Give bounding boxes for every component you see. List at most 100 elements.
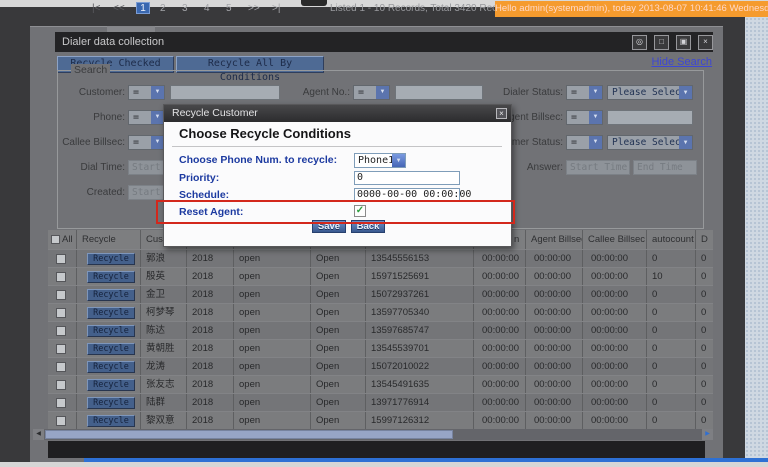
row-checkbox[interactable] (56, 344, 66, 354)
cell-recycle: Recycle (76, 412, 140, 429)
callee-billsec-operator-select[interactable]: =▼ (128, 135, 165, 150)
row-checkbox[interactable] (56, 290, 66, 300)
cell-customer: 金卫 (140, 286, 186, 303)
row-checkbox[interactable] (56, 326, 66, 336)
pager-next[interactable]: >> (248, 0, 260, 17)
recycle-button[interactable]: Recycle (87, 343, 135, 355)
row-checkbox[interactable] (56, 398, 66, 408)
cell-clipped: 0 (695, 250, 713, 267)
cell-agent-billsec: 00:00:00 (525, 412, 582, 429)
cell-select (48, 358, 76, 375)
cell-autocount: 0 (646, 304, 695, 321)
chevron-down-icon: ▼ (151, 86, 164, 99)
pager-page-3[interactable]: 3 (182, 0, 188, 17)
cell-agent-billsec: 00:00:00 (525, 322, 582, 339)
customer-status-operator-select[interactable]: =▼ (566, 135, 603, 150)
pager-prev[interactable]: << (113, 0, 125, 17)
cell-recycle: Recycle (76, 394, 140, 411)
cell-autocount: 10 (646, 268, 695, 285)
cell-recycle: Recycle (76, 268, 140, 285)
cell-callee-billsec: 00:00:00 (582, 394, 646, 411)
customer-status-select[interactable]: Please Select▼ (607, 135, 693, 150)
cell-recycle: Recycle (76, 358, 140, 375)
cell-customer: 陈达 (140, 322, 186, 339)
cell-status-open2: Open (310, 412, 365, 429)
pager-first[interactable]: |< (92, 0, 100, 17)
phone-num-select[interactable]: Phone1 ▼ (354, 153, 406, 168)
cell-recycle: Recycle (76, 286, 140, 303)
bottom-strip (0, 462, 768, 467)
cell-select (48, 412, 76, 429)
modal-close-icon[interactable]: × (496, 108, 507, 119)
hide-search-link[interactable]: Hide Search (646, 56, 712, 70)
restore-icon[interactable]: □ (654, 35, 669, 50)
scrollbar-thumb[interactable] (45, 430, 453, 439)
settings-icon[interactable]: ◎ (632, 35, 647, 50)
cell-clipped: 0 (695, 322, 713, 339)
cell-callee-billsec: 00:00:00 (582, 340, 646, 357)
pager-page-2[interactable]: 2 (160, 0, 166, 17)
recycle-button[interactable]: Recycle (87, 415, 135, 427)
cell-status-open2: Open (310, 268, 365, 285)
pager-last[interactable]: >| (272, 0, 280, 17)
pager-page-1-active[interactable]: 1 (136, 2, 150, 14)
recycle-button[interactable]: Recycle (87, 361, 135, 373)
scroll-left-icon[interactable]: ◀ (33, 429, 44, 440)
recycle-button[interactable]: Recycle (87, 397, 135, 409)
dialer-status-select[interactable]: Please Select▼ (607, 85, 693, 100)
row-checkbox[interactable] (56, 362, 66, 372)
chevron-down-icon: ▼ (679, 136, 692, 149)
pager-page-5[interactable]: 5 (226, 0, 232, 17)
table-row: Recycle金卫2018openOpen1507293726100:00:00… (48, 285, 713, 303)
recycle-button[interactable]: Recycle (87, 289, 135, 301)
cell-year: 2018 (186, 304, 233, 321)
cell-status-open2: Open (310, 322, 365, 339)
answer-end-input[interactable]: End Time (633, 160, 697, 175)
created-label: Created: (57, 185, 125, 200)
cell-status-open2: Open (310, 358, 365, 375)
agent-no-label: Agent No.: (290, 85, 350, 100)
table-row: Recycle张友志2018openOpen1354549163500:00:0… (48, 375, 713, 393)
pager-page-4[interactable]: 4 (204, 0, 210, 17)
recycle-button[interactable]: Recycle (87, 307, 135, 319)
close-icon[interactable]: × (698, 35, 713, 50)
maximize-icon[interactable]: ▣ (676, 35, 691, 50)
row-checkbox[interactable] (56, 380, 66, 390)
scroll-right-icon[interactable]: ▶ (702, 429, 713, 440)
priority-input[interactable]: 0 (354, 171, 460, 185)
cell-status-open2: Open (310, 394, 365, 411)
select-all-checkbox[interactable] (51, 235, 60, 244)
cell-recycle: Recycle (76, 322, 140, 339)
cell-agent-billsec: 00:00:00 (525, 268, 582, 285)
row-checkbox[interactable] (56, 272, 66, 282)
cell-agent-billsec: 00:00:00 (525, 304, 582, 321)
recycle-button[interactable]: Recycle (87, 271, 135, 283)
phone-operator-select[interactable]: =▼ (128, 110, 165, 125)
cell-select (48, 394, 76, 411)
cell-phone: 13971776914 (365, 394, 473, 411)
row-checkbox[interactable] (56, 416, 66, 426)
cell-callee-billsec: 00:00:00 (582, 286, 646, 303)
cell-duration: 00:00:00 (473, 358, 525, 375)
agent-no-operator-select[interactable]: =▼ (353, 85, 390, 100)
cell-duration: 00:00:00 (473, 376, 525, 393)
dialer-status-operator-select[interactable]: =▼ (566, 85, 603, 100)
recycle-button[interactable]: Recycle (87, 253, 135, 265)
cell-callee-billsec: 00:00:00 (582, 376, 646, 393)
recycle-button[interactable]: Recycle (87, 379, 135, 391)
row-checkbox[interactable] (56, 308, 66, 318)
answer-start-input[interactable]: Start Time (566, 160, 630, 175)
recycle-button[interactable]: Recycle (87, 325, 135, 337)
cell-phone: 13545491635 (365, 376, 473, 393)
cell-customer: 黎双意 (140, 412, 186, 429)
page-background-texture (745, 17, 768, 459)
agent-billsec-operator-select[interactable]: =▼ (566, 110, 603, 125)
agent-billsec-input[interactable] (607, 110, 693, 125)
customer-input[interactable] (170, 85, 280, 100)
window-title: Dialer data collection (62, 32, 164, 52)
chevron-down-icon: ▼ (392, 154, 405, 167)
row-checkbox[interactable] (56, 254, 66, 264)
customer-operator-select[interactable]: =▼ (128, 85, 165, 100)
cell-status-open2: Open (310, 286, 365, 303)
cell-callee-billsec: 00:00:00 (582, 412, 646, 429)
